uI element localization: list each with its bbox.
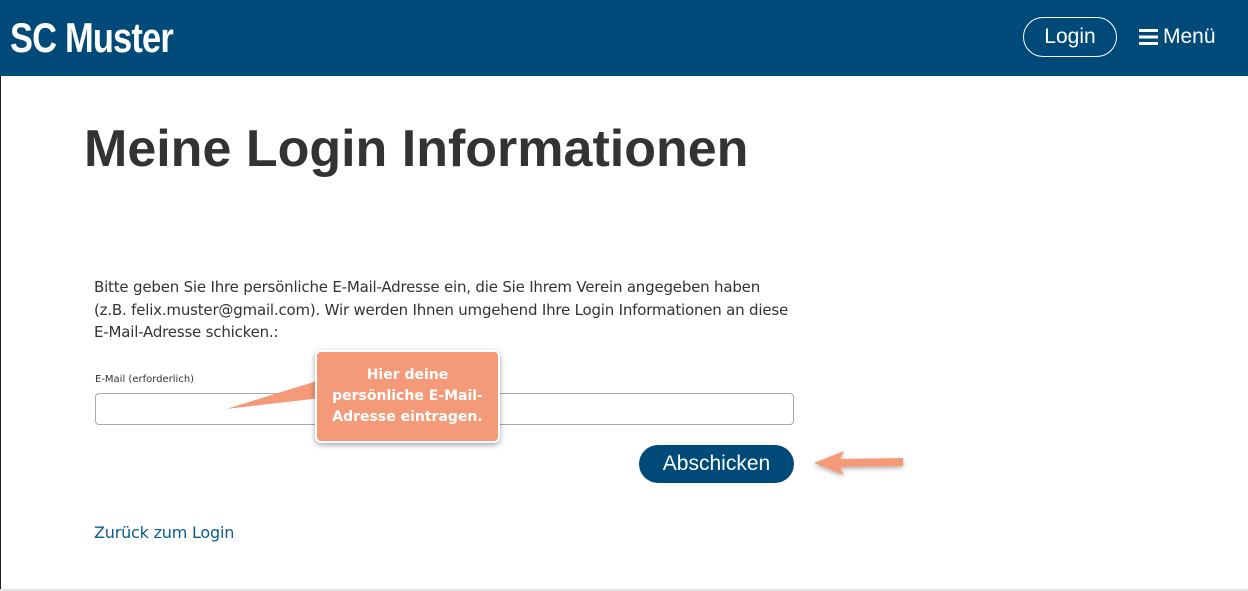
menu-label: Menü	[1163, 25, 1216, 48]
brand-logo[interactable]: SC Muster	[10, 12, 174, 64]
hamburger-icon	[1139, 29, 1158, 45]
submit-button[interactable]: Abschicken	[639, 445, 794, 483]
annotation-callout: Hier deine persönliche E-Mail-Adresse ei…	[315, 350, 500, 443]
menu-button[interactable]: Menü	[1139, 22, 1216, 52]
frame-border-left	[0, 76, 1, 591]
email-field-label: E-Mail (erforderlich)	[95, 374, 195, 385]
back-to-login-link[interactable]: Zurück zum Login	[94, 523, 234, 542]
page-title: Meine Login Informationen	[84, 120, 749, 178]
arrow-left-icon	[814, 451, 903, 475]
callout-text: Hier deine persönliche E-Mail-Adresse ei…	[332, 367, 483, 425]
login-button[interactable]: Login	[1023, 17, 1117, 57]
intro-text: Bitte geben Sie Ihre persönliche E-Mail-…	[94, 278, 789, 341]
top-navigation-bar: SC Muster Login Menü	[0, 0, 1248, 76]
